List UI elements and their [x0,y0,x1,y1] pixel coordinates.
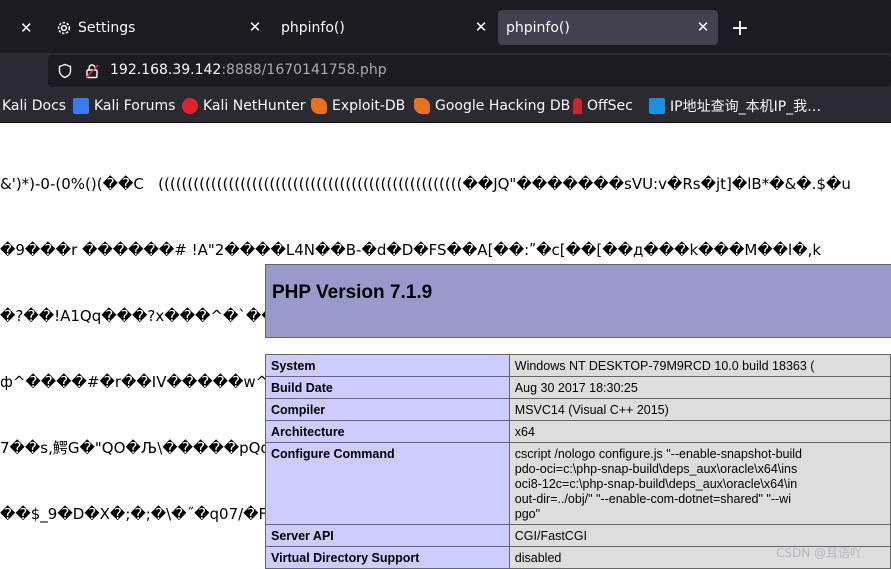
php-info-table: System Windows NT DESKTOP-79M9RCD 10.0 b… [265,354,891,569]
bookmark-offsec[interactable]: OffSec [573,95,633,117]
table-row: System Windows NT DESKTOP-79M9RCD 10.0 b… [265,354,891,377]
shield-icon[interactable] [57,63,73,79]
table-row: Build Date Aug 30 2017 18:30:25 [265,376,891,399]
bookmark-google-hacking-db[interactable]: Google Hacking DB [414,95,570,117]
new-tab-button[interactable]: + [728,16,752,41]
info-value: Aug 30 2017 18:30:25 [508,376,891,399]
url-text[interactable]: 192.168.39.142:8888/1670141758.php [110,62,387,78]
bookmark-kali-forums[interactable]: Kali Forums [73,95,175,117]
garbage-line: &')*)-0-(0%()(��C ((((((((((((((((((((((… [0,175,851,193]
close-icon[interactable]: ✕ [472,18,490,36]
close-icon[interactable]: ✕ [246,18,264,36]
offsec-icon [573,98,582,114]
table-row: Architecture x64 [265,420,891,443]
bookmark-label: OffSec [587,98,633,114]
info-key: Architecture [265,420,510,443]
info-value: cscript /nologo configure.js "--enable-s… [508,442,891,525]
exploit-db-icon [311,98,327,114]
close-icon[interactable]: ✕ [694,18,712,36]
bookmark-label: Exploit-DB [332,98,406,114]
gear-icon [57,21,71,34]
info-key: System [265,354,510,377]
bookmark-label: IP地址查询_本机IP_我… [670,99,822,115]
bookmark-exploit-db[interactable]: Exploit-DB [311,95,405,117]
php-version-title: PHP Version 7.1.9 [272,282,433,303]
page-content: &')*)-0-(0%()(��C ((((((((((((((((((((((… [0,123,891,569]
table-row: Configure Command cscript /nologo config… [265,442,891,525]
tab-phpinfo-active[interactable]: phpinfo() ✕ [498,10,718,45]
tab-settings[interactable]: Settings ✕ [46,10,270,45]
info-value: x64 [508,420,891,443]
kali-logo-icon [73,98,89,114]
table-row: Compiler MSVC14 (Visual C++ 2015) [265,398,891,421]
bookmark-ip-lookup[interactable]: IP地址查询_本机IP_我… [649,95,821,117]
tab-label: phpinfo() [506,19,570,36]
watermark: CSDN @耳语吖 [776,546,863,560]
bookmarks-toolbar: Kali Docs Kali Forums Kali NetHunter Exp… [0,90,891,123]
info-key: Virtual Directory Support [265,546,510,569]
tab-label: phpinfo() [281,19,345,36]
bookmark-label: Kali Forums [94,98,176,114]
info-value: Windows NT DESKTOP-79M9RCD 10.0 build 18… [508,354,891,377]
nethunter-icon [182,98,198,114]
bookmark-kali-docs[interactable]: Kali Docs [2,95,66,117]
bookmark-kali-nethunter[interactable]: Kali NetHunter [182,95,305,117]
close-icon[interactable]: ✕ [20,19,33,37]
bookmark-label: Kali NetHunter [203,98,306,114]
url-path: :8888/1670141758.php [221,62,387,78]
navigation-bar: 192.168.39.142:8888/1670141758.php [0,53,891,90]
url-host: 192.168.39.142 [110,62,222,78]
info-key: Build Date [265,376,510,399]
tab-phpinfo[interactable]: phpinfo() ✕ [272,10,496,45]
ip-lookup-icon [649,98,665,114]
php-version-header: PHP Version 7.1.9 [265,264,891,338]
tab-label: Settings [78,19,136,36]
address-bar[interactable]: 192.168.39.142:8888/1670141758.php [48,55,891,87]
bookmark-label: Kali Docs [2,98,67,114]
bookmark-label: Google Hacking DB [435,98,571,114]
insecure-lock-icon[interactable] [84,63,100,79]
info-key: Compiler [265,398,510,421]
info-value: MSVC14 (Visual C++ 2015) [508,398,891,421]
tab-strip: ✕ Settings ✕ phpinfo() ✕ phpinfo() ✕ + [0,0,891,53]
ghdb-icon [414,98,430,114]
info-key: Server API [265,524,510,547]
info-key: Configure Command [265,442,510,525]
garbage-line: �9���r ������# !A"2����L4N��B-�d�D�FS��A… [0,241,822,259]
